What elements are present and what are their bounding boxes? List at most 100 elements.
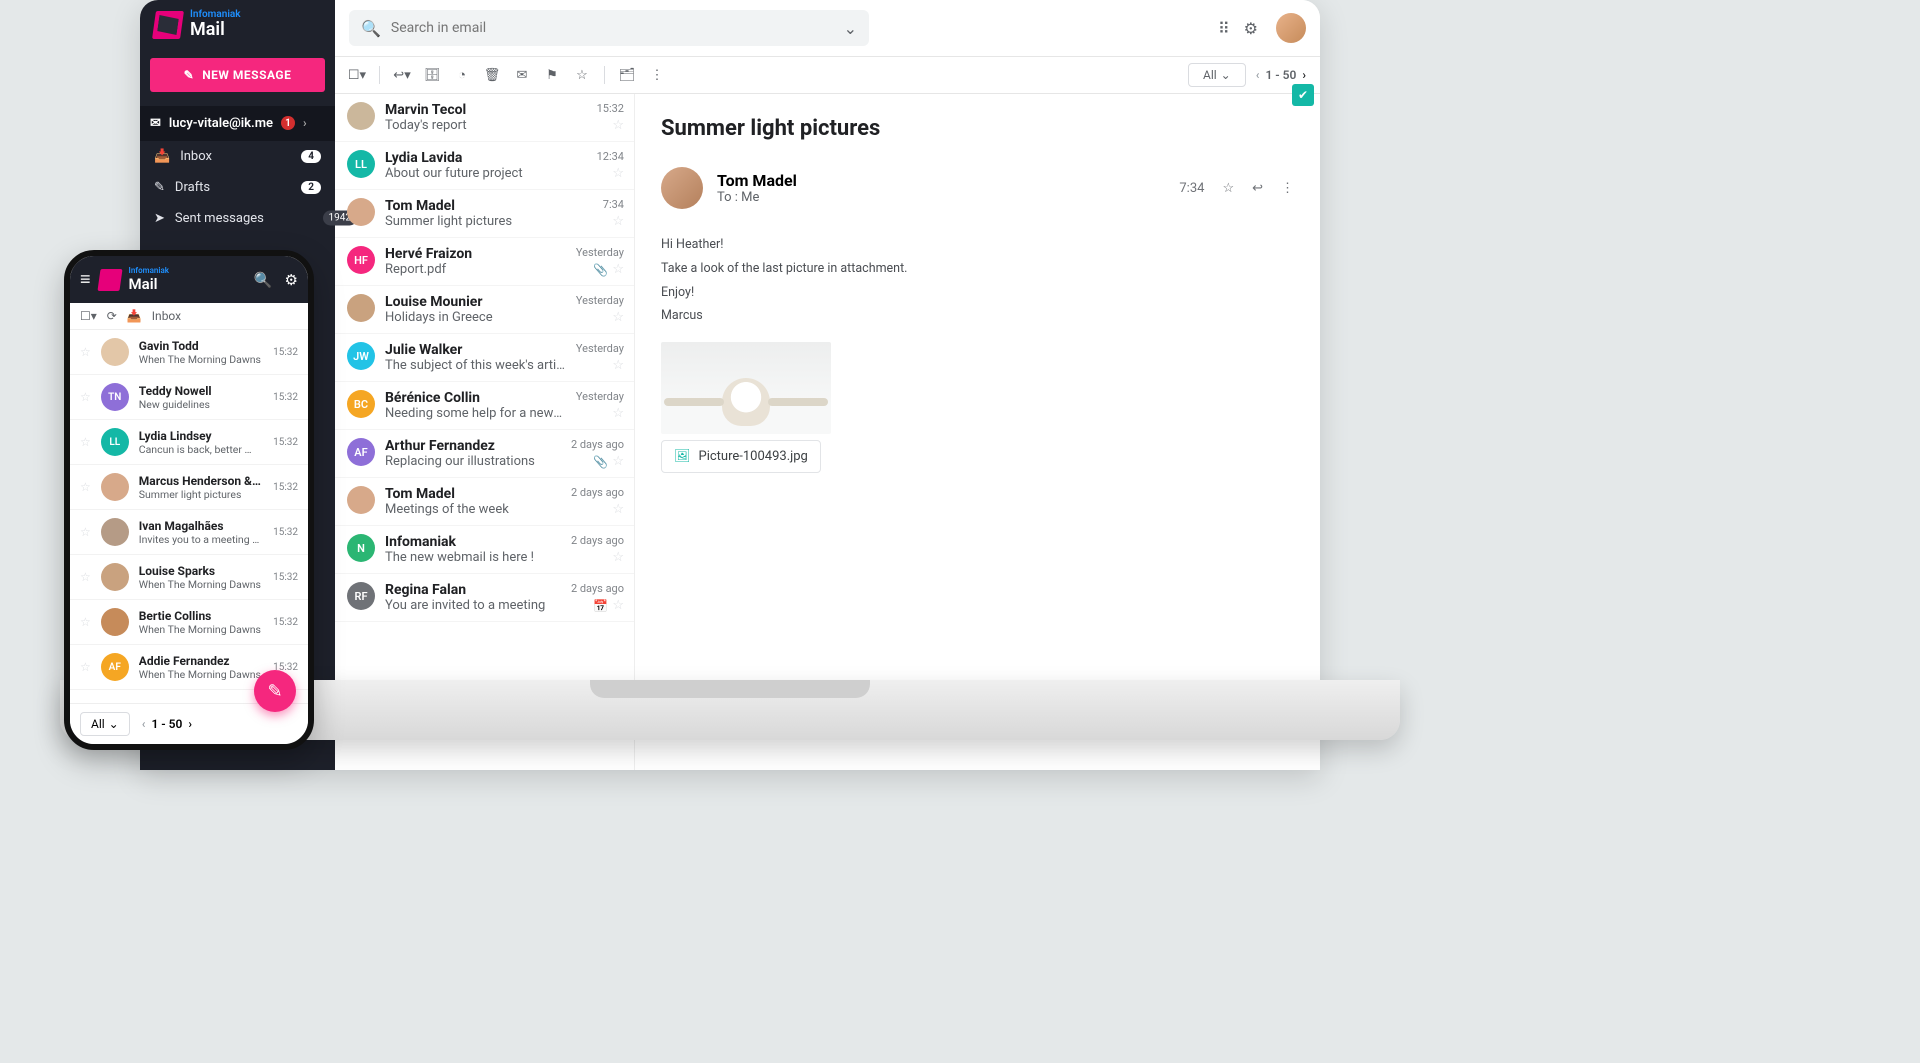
mobile-message-row[interactable]: ☆Gavin ToddWhen The Morning Dawns15:32 (70, 330, 308, 375)
mobile-message-row[interactable]: ☆Marcus Henderson & meSummer light pictu… (70, 465, 308, 510)
message-date: 15:32 (273, 347, 298, 358)
mobile-message-row[interactable]: ☆Bertie CollinsWhen The Morning Dawns15:… (70, 600, 308, 645)
body-line: Take a look of the last picture in attac… (661, 257, 1294, 281)
star-icon[interactable]: ☆ (612, 598, 624, 613)
message-date: 7:34 (603, 198, 624, 211)
star-icon[interactable]: ☆ (80, 660, 91, 674)
message-subject: Invites you to a meeting event (139, 533, 263, 546)
select-all-checkbox[interactable]: ☐▾ (349, 67, 365, 83)
star-icon[interactable]: ☆ (612, 502, 624, 517)
star-icon[interactable]: ☆ (80, 615, 91, 629)
message-date: 15:32 (273, 527, 298, 538)
trash-icon[interactable]: 🗑 (484, 67, 500, 83)
star-icon[interactable]: ☆ (612, 358, 624, 373)
reply-icon[interactable]: ↩▾ (394, 67, 410, 83)
message-row[interactable]: LLLydia LavidaAbout our future project12… (335, 142, 634, 190)
more-icon[interactable]: ⋮ (1281, 181, 1294, 196)
content-split: Marvin TecolToday's report15:32☆LLLydia … (335, 94, 1320, 770)
search-box[interactable]: 🔍 ⌄ (349, 10, 869, 46)
star-icon[interactable]: ☆ (80, 525, 91, 539)
account-selector[interactable]: ✉ lucy-vitale@ik.me 1 › (140, 106, 335, 141)
star-icon[interactable]: ☆ (612, 118, 624, 133)
message-row[interactable]: RFRegina FalanYou are invited to a meeti… (335, 574, 634, 622)
message-list[interactable]: Marvin TecolToday's report15:32☆LLLydia … (335, 94, 635, 770)
message-date: 15:32 (273, 572, 298, 583)
reply-icon[interactable]: ↩ (1252, 181, 1263, 196)
sidebar-item-sent[interactable]: ➤ Sent messages 1942 (140, 203, 335, 234)
star-icon[interactable]: ☆ (612, 214, 624, 229)
sender-avatar: HF (347, 246, 375, 274)
pager-prev[interactable]: ‹ (142, 717, 146, 731)
attachment-preview[interactable] (661, 342, 831, 434)
star-icon[interactable]: ☆ (574, 67, 590, 83)
message-date: 15:32 (273, 392, 298, 403)
sender-name: Addie Fernandez (139, 654, 263, 668)
star-icon[interactable]: ☆ (612, 262, 624, 277)
mobile-message-row[interactable]: ☆Louise SparksWhen The Morning Dawns15:3… (70, 555, 308, 600)
message-row[interactable]: Marvin TecolToday's report15:32☆ (335, 94, 634, 142)
message-row[interactable]: HFHervé FraizonReport.pdfYesterday📎☆ (335, 238, 634, 286)
attachment-file[interactable]: 🖼 Picture-100493.jpg (661, 440, 821, 473)
mobile-message-row[interactable]: ☆LLLydia LindseyCancun is back, better …… (70, 420, 308, 465)
refresh-icon[interactable]: ⟳ (107, 309, 117, 323)
message-subject: Summer light pictures (661, 116, 1294, 141)
sender-avatar (347, 102, 375, 130)
side-widget-tasks[interactable]: ✔ (1292, 84, 1314, 106)
sidebar-item-inbox[interactable]: 📥 Inbox 4 (140, 141, 335, 172)
hamburger-icon[interactable]: ≡ (80, 269, 91, 290)
mobile-message-row[interactable]: ☆Ivan MagalhãesInvites you to a meeting … (70, 510, 308, 555)
message-row[interactable]: Louise MounierHolidays in GreeceYesterda… (335, 286, 634, 334)
mark-read-icon[interactable]: ✉ (514, 67, 530, 83)
search-input[interactable] (391, 20, 834, 36)
pager-next[interactable]: › (1302, 68, 1306, 82)
message-subject: The subject of this week's article (385, 358, 566, 373)
message-row[interactable]: Tom MadelSummer light pictures7:34☆ (335, 190, 634, 238)
gear-icon[interactable]: ⚙ (285, 271, 298, 289)
flag-icon[interactable]: ⚑ (544, 67, 560, 83)
message-row[interactable]: NInfomaniakThe new webmail is here !2 da… (335, 526, 634, 574)
snooze-icon[interactable]: ◔ (454, 67, 470, 83)
star-icon[interactable]: ☆ (80, 345, 91, 359)
sidebar-item-drafts[interactable]: ✎ Drafts 2 (140, 172, 335, 203)
filter-dropdown[interactable]: All ⌄ (1188, 63, 1246, 87)
select-all-checkbox[interactable]: ☐▾ (80, 309, 97, 323)
star-icon[interactable]: ☆ (80, 435, 91, 449)
star-icon[interactable]: ☆ (612, 166, 624, 181)
envelope-icon: ✉ (150, 116, 161, 131)
star-icon[interactable]: ☆ (612, 406, 624, 421)
laptop-notch (590, 680, 870, 698)
more-icon[interactable]: ⋮ (649, 67, 665, 83)
pager-next[interactable]: › (188, 717, 192, 731)
message-row[interactable]: JWJulie WalkerThe subject of this week's… (335, 334, 634, 382)
compose-fab[interactable]: ✎ (254, 670, 296, 712)
gear-icon[interactable]: ⚙ (1244, 19, 1258, 38)
star-icon[interactable]: ☆ (80, 570, 91, 584)
message-subject: Needing some help for a newsletter (385, 406, 566, 421)
star-icon[interactable]: ☆ (80, 480, 91, 494)
user-avatar[interactable] (1276, 13, 1306, 43)
star-icon[interactable]: ☆ (80, 390, 91, 404)
mobile-topbar: ≡ Infomaniak Mail 🔍 ⚙ (70, 256, 308, 303)
message-row[interactable]: Tom MadelMeetings of the week2 days ago☆ (335, 478, 634, 526)
mobile-filter-dropdown[interactable]: All ⌄ (80, 712, 130, 736)
apps-grid-icon[interactable]: ⠿ (1218, 19, 1226, 38)
mobile-message-row[interactable]: ☆TNTeddy NowellNew guidelines15:32 (70, 375, 308, 420)
star-icon[interactable]: ☆ (612, 310, 624, 325)
message-row[interactable]: BCBérénice CollinNeeding some help for a… (335, 382, 634, 430)
body-line: Enjoy! (661, 281, 1294, 305)
move-to-icon[interactable]: 🗂 (619, 67, 635, 83)
mobile-message-list[interactable]: ☆Gavin ToddWhen The Morning Dawns15:32☆T… (70, 330, 308, 690)
search-icon[interactable]: 🔍 (254, 271, 273, 289)
pager-prev[interactable]: ‹ (1256, 68, 1260, 82)
new-message-button[interactable]: ✎ NEW MESSAGE (150, 58, 325, 92)
star-icon[interactable]: ☆ (612, 454, 624, 469)
star-icon[interactable]: ☆ (612, 550, 624, 565)
account-email: lucy-vitale@ik.me (169, 116, 273, 131)
message-subject: Today's report (385, 118, 587, 133)
message-date: 12:34 (597, 150, 624, 163)
image-file-icon: 🖼 (674, 449, 691, 464)
archive-icon[interactable]: 🗄 (424, 67, 440, 83)
star-icon[interactable]: ☆ (1222, 181, 1234, 196)
chevron-down-icon[interactable]: ⌄ (844, 19, 857, 38)
message-row[interactable]: AFArthur FernandezReplacing our illustra… (335, 430, 634, 478)
